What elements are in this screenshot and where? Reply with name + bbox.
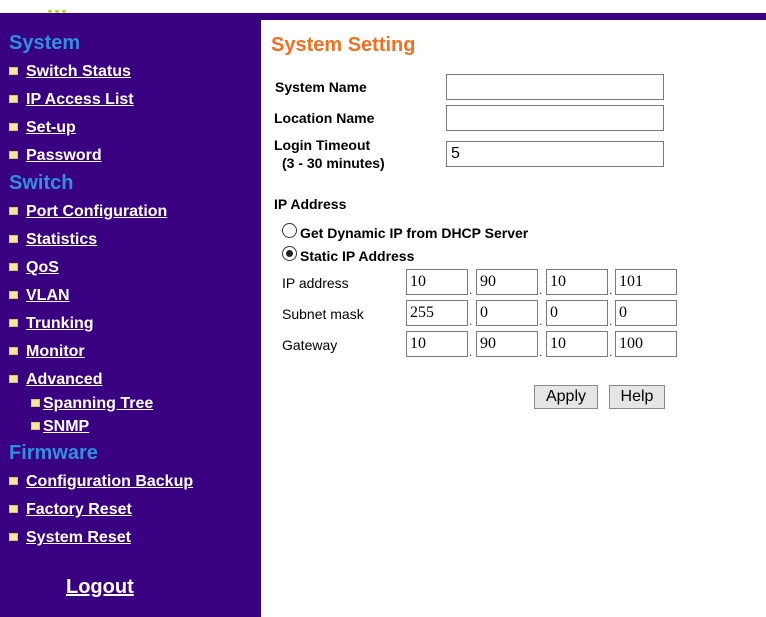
octet-separator: . [609,345,613,359]
nav-monitor[interactable]: Monitor [9,343,85,361]
bullet-icon [9,206,18,215]
location-name-input[interactable] [446,105,664,131]
nav-label[interactable]: QoS [26,259,59,276]
nav-label[interactable]: Port Configuration [26,203,167,220]
section-heading-switch: Switch [9,172,74,194]
nav-spanning-tree[interactable]: Spanning Tree [31,395,153,413]
bullet-icon [31,398,40,407]
bullet-icon [9,476,18,485]
nav-label[interactable]: Statistics [26,231,97,248]
nav-system-reset[interactable]: System Reset [9,529,131,547]
bullet-icon [9,346,18,355]
dhcp-option-label[interactable]: Get Dynamic IP from DHCP Server [300,225,528,242]
nav-password[interactable]: Password [9,147,102,165]
nav-qos[interactable]: QoS [9,259,59,277]
nav-port-configuration[interactable]: Port Configuration [9,203,167,221]
nav-label[interactable]: Advanced [26,371,102,388]
section-heading-firmware: Firmware [9,442,98,464]
nav-ip-access-list[interactable]: IP Access List [9,91,134,109]
nav-label[interactable]: Monitor [26,343,85,360]
header-stripe [0,13,766,20]
ip-address-section-label: IP Address [274,196,347,212]
ip-octet-2[interactable] [476,269,538,295]
subnet-octet-3[interactable] [546,300,608,326]
octet-separator: . [469,283,473,297]
bullet-icon [9,150,18,159]
ip-address-label: IP address [282,275,349,291]
help-button[interactable]: Help [609,385,665,409]
nav-set-up[interactable]: Set-up [9,119,76,137]
subnet-octet-2[interactable] [476,300,538,326]
dhcp-radio[interactable] [282,223,297,238]
apply-button[interactable]: Apply [534,385,598,409]
nav-label[interactable]: Switch Status [26,63,131,80]
subnet-octet-4[interactable] [615,300,677,326]
bullet-icon [9,234,18,243]
octet-separator: . [609,314,613,328]
nav-configuration-backup[interactable]: Configuration Backup [9,473,193,491]
gateway-octet-3[interactable] [546,331,608,357]
nav-factory-reset[interactable]: Factory Reset [9,501,132,519]
nav-switch-status[interactable]: Switch Status [9,63,131,81]
bullet-icon [9,122,18,131]
login-timeout-label: Login Timeout [274,137,371,153]
nav-label[interactable]: IP Access List [26,91,134,108]
system-name-input[interactable] [446,74,664,100]
location-name-label: Location Name [274,110,375,126]
subnet-octet-1[interactable] [406,300,468,326]
octet-separator: . [539,314,543,328]
nav-label[interactable]: Password [26,147,102,164]
nav-label[interactable]: Trunking [26,315,94,332]
bullet-icon [9,318,18,327]
ip-octet-4[interactable] [615,269,677,295]
nav-label[interactable]: Configuration Backup [26,473,193,490]
octet-separator: . [609,283,613,297]
nav-label[interactable]: Factory Reset [26,501,132,518]
ip-octet-1[interactable] [406,269,468,295]
bullet-icon [9,504,18,513]
gateway-octet-4[interactable] [615,331,677,357]
bullet-icon [31,421,40,430]
nav-advanced[interactable]: Advanced [9,371,102,389]
bullet-icon [9,374,18,383]
top-banner [0,0,766,13]
bullet-icon [9,532,18,541]
static-option-label[interactable]: Static IP Address [300,248,414,265]
octet-separator: . [539,345,543,359]
nav-label[interactable]: System Reset [26,529,131,546]
login-timeout-input[interactable] [446,141,664,167]
system-name-label: System Name [275,79,367,95]
nav-statistics[interactable]: Statistics [9,231,97,249]
bullet-icon [9,94,18,103]
nav-label[interactable]: SNMP [43,418,89,435]
subnet-mask-label: Subnet mask [282,306,364,322]
nav-label[interactable]: VLAN [26,287,70,304]
page-title: System Setting [271,34,416,56]
octet-separator: . [469,345,473,359]
gateway-octet-2[interactable] [476,331,538,357]
section-heading-system: System [9,32,81,54]
gateway-label: Gateway [282,337,338,353]
octet-separator: . [539,283,543,297]
octet-separator: . [469,314,473,328]
nav-label[interactable]: Set-up [26,119,76,136]
nav-vlan[interactable]: VLAN [9,287,70,305]
nav-trunking[interactable]: Trunking [9,315,94,333]
bullet-icon [9,66,18,75]
brand-logo [48,0,82,13]
gateway-octet-1[interactable] [406,331,468,357]
logout-link[interactable]: Logout [66,576,134,599]
bullet-icon [9,262,18,271]
static-ip-radio[interactable] [282,246,297,261]
nav-label[interactable]: Spanning Tree [43,395,153,412]
nav-snmp[interactable]: SNMP [31,418,89,436]
bullet-icon [9,290,18,299]
login-timeout-hint: (3 - 30 minutes) [282,155,385,171]
ip-octet-3[interactable] [546,269,608,295]
